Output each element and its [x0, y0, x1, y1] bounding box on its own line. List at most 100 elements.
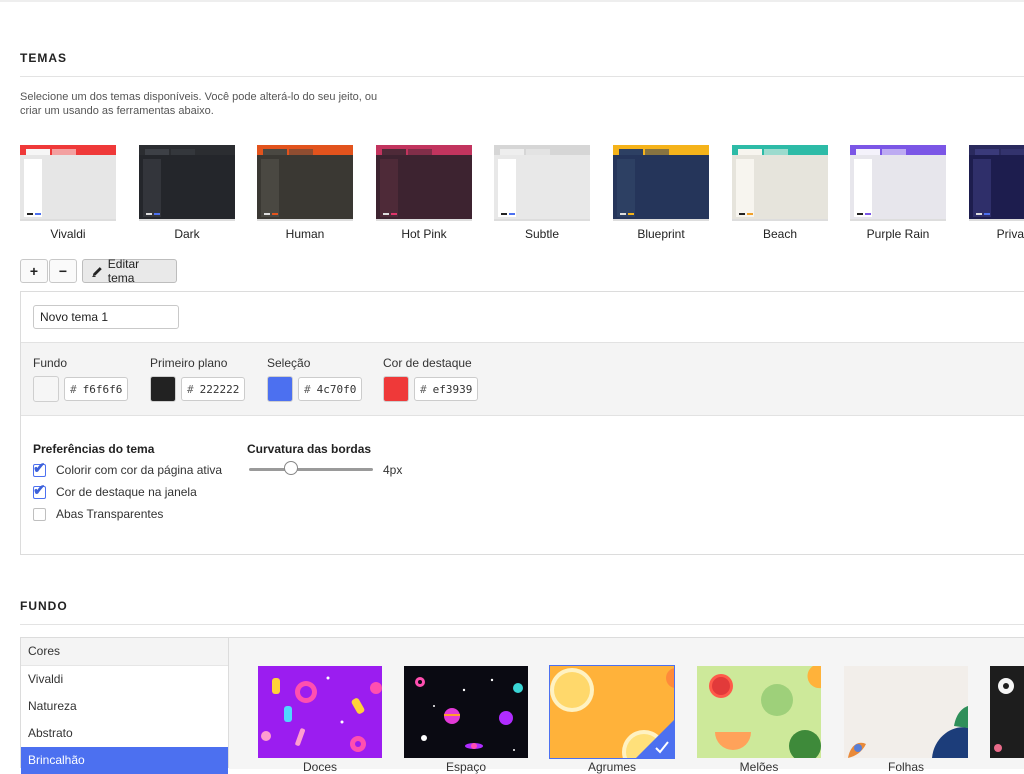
category-item-brincalhao[interactable]: Brincalhão: [21, 747, 228, 774]
background-image-doces[interactable]: [258, 666, 382, 758]
theme-preview-dot: [865, 213, 871, 215]
theme-preview-content: [635, 159, 709, 217]
theme-preview-dot: [35, 213, 41, 215]
foreground-color-swatch[interactable]: [150, 376, 176, 402]
edit-theme-button[interactable]: Editar tema: [82, 257, 177, 285]
theme-preview-panel: [736, 159, 754, 217]
theme-preview-tab: [263, 149, 287, 155]
background-caption: Doces: [302, 760, 337, 774]
background-image-meloes[interactable]: [697, 666, 821, 758]
background-image-flores[interactable]: [990, 666, 1024, 758]
background-image-folhas[interactable]: [844, 666, 968, 758]
checkbox-label: Colorir com cor da página ativa: [56, 463, 223, 477]
background-color-hex-input[interactable]: # f6f6f6: [64, 377, 129, 401]
theme-preview: [139, 145, 235, 221]
theme-editor-panel: Fundo # f6f6f6 Primeiro plano # 222222 S…: [20, 291, 1024, 555]
background-image-espaco[interactable]: [404, 666, 528, 758]
theme-preview-content: [754, 159, 828, 217]
accent-color-group: Cor de destaque # ef3939: [383, 356, 479, 402]
theme-preview-dot: [984, 213, 990, 215]
selection-color-hex-input[interactable]: # 4c70f0: [298, 377, 363, 401]
hash-symbol: #: [70, 382, 77, 396]
theme-preview-content: [42, 159, 116, 217]
hash-symbol: #: [420, 382, 427, 396]
checkbox-box[interactable]: ✔: [33, 461, 46, 477]
top-divider: [0, 0, 1024, 2]
corner-radius-slider-track[interactable]: [249, 468, 373, 471]
corner-radius-title: Curvatura das bordas: [247, 442, 372, 456]
background-caption: Melões: [739, 760, 779, 774]
remove-theme-button[interactable]: −: [49, 259, 77, 283]
theme-preview-content: [398, 159, 472, 217]
checkbox-label: Cor de destaque na janela: [56, 485, 197, 499]
theme-preview: [257, 145, 353, 221]
theme-preview-panel: [498, 159, 516, 217]
category-item-natureza[interactable]: Natureza: [21, 693, 228, 720]
theme-preview-tab: [26, 149, 50, 155]
theme-card-dark[interactable]: Dark: [139, 145, 235, 241]
theme-preview-dot: [154, 213, 160, 215]
selection-color-swatch[interactable]: [267, 376, 293, 402]
theme-name: Dark: [174, 227, 200, 241]
background-caption: Agrumes: [587, 760, 637, 774]
theme-preview: [376, 145, 472, 221]
theme-preview-tab: [171, 149, 195, 155]
theme-preview-panel: [24, 159, 42, 217]
theme-card-human[interactable]: Human: [257, 145, 353, 241]
theme-preview-panel: [854, 159, 872, 217]
edit-theme-label: Editar tema: [107, 257, 140, 285]
theme-name: Purple Rain: [866, 227, 930, 241]
foreground-color-label: Primeiro plano: [150, 356, 228, 370]
theme-preview-content: [516, 159, 590, 217]
theme-card-blueprint[interactable]: Blueprint: [613, 145, 709, 241]
theme-preview-dot: [747, 213, 753, 215]
checkbox-transparent-tabs[interactable]: Abas Transparentes: [33, 507, 163, 521]
checkbox-page-color[interactable]: ✔ Colorir com cor da página ativa: [33, 461, 223, 477]
selection-color-label: Seleção: [267, 356, 311, 370]
checkbox-label: Abas Transparentes: [56, 507, 164, 521]
background-category-list: Cores Vivaldi Natureza Abstrato Brincalh…: [20, 637, 229, 774]
theme-preview-tab: [145, 149, 169, 155]
theme-name: Human: [285, 227, 325, 241]
accent-color-hex-input[interactable]: # ef3939: [414, 377, 479, 401]
checkbox-accent-in-window[interactable]: ✔ Cor de destaque na janela: [33, 483, 197, 499]
selection-color-group: Seleção # 4c70f0: [267, 356, 363, 402]
theme-name: Hot Pink: [401, 227, 447, 241]
add-theme-button[interactable]: +: [20, 259, 48, 283]
category-item-abstrato[interactable]: Abstrato: [21, 720, 228, 747]
theme-preview-dot: [27, 213, 33, 215]
theme-preview-panel: [973, 159, 991, 217]
accent-color-swatch[interactable]: [383, 376, 409, 402]
theme-preview-tab: [975, 149, 999, 155]
foreground-color-hex-input[interactable]: # 222222: [181, 377, 246, 401]
theme-card-vivaldi[interactable]: Vivaldi: [20, 145, 116, 241]
theme-preview-content: [872, 159, 946, 217]
theme-preview-tab: [52, 149, 76, 155]
themes-section-title: TEMAS: [20, 51, 67, 65]
theme-name-input[interactable]: [33, 305, 179, 329]
background-color-swatch[interactable]: [33, 376, 59, 402]
corner-radius-value: 4px: [383, 463, 403, 477]
theme-card-hot-pink[interactable]: Hot Pink: [376, 145, 472, 241]
theme-preview: [732, 145, 828, 221]
category-item-cores[interactable]: Cores: [21, 638, 228, 666]
theme-card-subtle[interactable]: Subtle: [494, 145, 590, 241]
category-item-vivaldi[interactable]: Vivaldi: [21, 666, 228, 693]
theme-card-beach[interactable]: Beach: [732, 145, 828, 241]
theme-card-privado[interactable]: Privado: [969, 145, 1024, 241]
background-caption: Folhas: [887, 760, 925, 774]
theme-preview: [494, 145, 590, 221]
hex-value: ef3939: [432, 382, 473, 396]
theme-preview-panel: [617, 159, 635, 217]
theme-card-purple-rain[interactable]: Purple Rain: [850, 145, 946, 241]
theme-preview-dot: [620, 213, 626, 215]
theme-preview-tab: [619, 149, 643, 155]
background-section-title: FUNDO: [20, 599, 68, 613]
background-image-agrumes[interactable]: [550, 666, 674, 758]
background-color-label: Fundo: [33, 356, 68, 370]
checkbox-box[interactable]: [33, 507, 46, 521]
checkbox-box[interactable]: ✔: [33, 483, 46, 499]
corner-radius-slider-thumb[interactable]: [284, 461, 299, 475]
theme-preview-dot: [391, 213, 397, 215]
theme-preview-dot: [272, 213, 278, 215]
